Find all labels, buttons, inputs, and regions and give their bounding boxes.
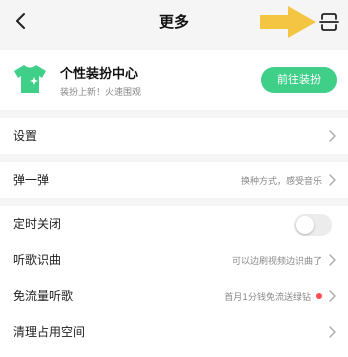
- tshirt-icon: [14, 65, 46, 93]
- sleep-timer-label: 定时关闭: [13, 217, 62, 231]
- settings-label: 设置: [13, 129, 38, 143]
- promo-subtitle: 装扮上新！火速围观: [60, 88, 142, 98]
- chevron-right-icon: [329, 174, 336, 186]
- red-dot-badge: [316, 293, 322, 299]
- tanyitan-hint: 换种方式，感受音乐: [240, 177, 322, 187]
- go-dress-up-button[interactable]: 前往装扮: [261, 67, 337, 93]
- clear-storage-label: 清理占用空间: [13, 325, 86, 339]
- list-item[interactable]: 免流量听歌 首月1分钱免流送绿钻: [0, 278, 348, 314]
- promo-title: 个性装扮中心: [60, 67, 139, 82]
- free-data-hint-text: 首月1分钱免流送绿钻: [224, 293, 311, 303]
- arrow-right-icon: [260, 6, 316, 38]
- chevron-right-icon: [329, 290, 336, 302]
- song-recognition-hint: 可以边刷视频边识曲了: [231, 257, 322, 267]
- sleep-timer-toggle[interactable]: [294, 214, 332, 236]
- tanyitan-row[interactable]: 弹一弹 换种方式，感受音乐: [0, 162, 348, 198]
- list-item[interactable]: 清理占用空间: [0, 314, 348, 350]
- settings-row[interactable]: 设置: [0, 118, 348, 154]
- chevron-right-icon: [329, 130, 336, 142]
- toggle-knob: [296, 216, 314, 234]
- chevron-right-icon: [329, 254, 336, 266]
- free-data-hint: 首月1分钱免流送绿钻: [224, 290, 322, 303]
- chevron-right-icon: [329, 326, 336, 338]
- top-bar: 更多: [0, 0, 348, 44]
- scan-icon[interactable]: [318, 11, 340, 33]
- tanyitan-label: 弹一弹: [13, 173, 50, 187]
- song-recognition-label: 听歌识曲: [13, 253, 62, 267]
- list-item[interactable]: 听歌识曲 可以边刷视频边识曲了: [0, 242, 348, 278]
- sleep-timer-row: 定时关闭: [0, 206, 348, 242]
- dress-up-center-card[interactable]: 个性装扮中心 装扮上新！火速围观 前往装扮: [0, 50, 348, 110]
- free-data-label: 免流量听歌: [13, 289, 74, 303]
- options-group: 定时关闭 听歌识曲 可以边刷视频边识曲了 免流量听歌 首月1分钱免流送绿钻 清理…: [0, 206, 348, 357]
